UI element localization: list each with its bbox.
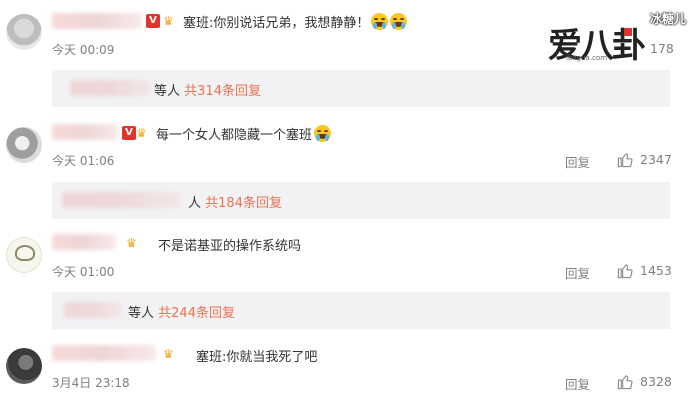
comment-text: 每一个女人都隐藏一个塞班 — [156, 124, 332, 143]
like-count: 8328 — [640, 374, 672, 389]
comment-time: 今天 00:09 — [52, 43, 115, 57]
reply-summary-box[interactable]: 等人 共314条回复 — [52, 70, 670, 107]
reply-summary-box[interactable]: 人 共184条回复 — [52, 182, 670, 219]
watermark-tag: 冰糖儿 — [649, 12, 686, 26]
crown-badge-icon: ♛ — [163, 347, 174, 361]
avatar[interactable] — [6, 127, 42, 163]
avatar[interactable] — [6, 348, 42, 384]
watermark-dot — [624, 28, 632, 36]
crying-face-icon — [371, 13, 389, 30]
view-replies-link[interactable]: 共314条回复 — [184, 84, 261, 99]
reply-summary: 等人 共244条回复 — [128, 306, 235, 321]
crying-face-icon — [390, 13, 408, 30]
comment-text: 塞班:你别说话兄弟，我想静静！ — [183, 12, 408, 31]
view-replies-link[interactable]: 共184条回复 — [205, 196, 282, 211]
reply-users-blurred — [62, 192, 180, 208]
avatar[interactable] — [6, 237, 42, 273]
reply-button[interactable]: 回复 — [565, 152, 590, 171]
thumbs-up-icon[interactable] — [617, 262, 634, 279]
reply-summary: 等人 共314条回复 — [154, 84, 261, 99]
thumbs-up-icon[interactable] — [617, 151, 634, 168]
reply-users-blurred — [70, 80, 150, 96]
crown-badge-icon: ♛ — [163, 14, 174, 28]
username-blurred[interactable] — [52, 124, 118, 140]
comment-time: 3月4日 23:18 — [52, 376, 130, 390]
like-count: 2347 — [640, 152, 672, 167]
comment-time: 今天 01:06 — [52, 154, 115, 168]
reply-users-blurred — [64, 302, 122, 318]
reply-button[interactable]: 回复 — [565, 263, 590, 282]
like-count: 1453 — [640, 263, 672, 278]
vip-badge-icon: V — [122, 126, 136, 140]
reply-summary-box[interactable]: 等人 共244条回复 — [52, 292, 670, 329]
username-blurred[interactable] — [52, 234, 116, 250]
username-blurred[interactable] — [52, 345, 156, 361]
site-watermark: 爱八卦 ibaguа.com 冰糖儿 — [548, 10, 688, 66]
avatar[interactable] — [6, 14, 42, 50]
comment-text: 塞班:你就当我死了吧 — [196, 350, 318, 365]
comment-text: 不是诺基亚的操作系统吗 — [158, 239, 302, 254]
comment-time: 今天 01:00 — [52, 265, 115, 279]
thumbs-up-icon[interactable] — [617, 373, 634, 390]
vip-badge-icon: V — [146, 14, 160, 28]
username-blurred[interactable] — [52, 13, 142, 29]
reply-summary: 人 共184条回复 — [188, 196, 282, 211]
laughing-face-icon — [314, 125, 332, 142]
reply-button[interactable]: 回复 — [565, 374, 590, 393]
crown-badge-icon: ♛ — [126, 236, 137, 250]
crown-badge-icon: ♛ — [136, 126, 147, 140]
watermark-url: ibaguа.com — [566, 54, 608, 62]
like-count: 178 — [650, 41, 674, 56]
view-replies-link[interactable]: 共244条回复 — [158, 306, 235, 321]
